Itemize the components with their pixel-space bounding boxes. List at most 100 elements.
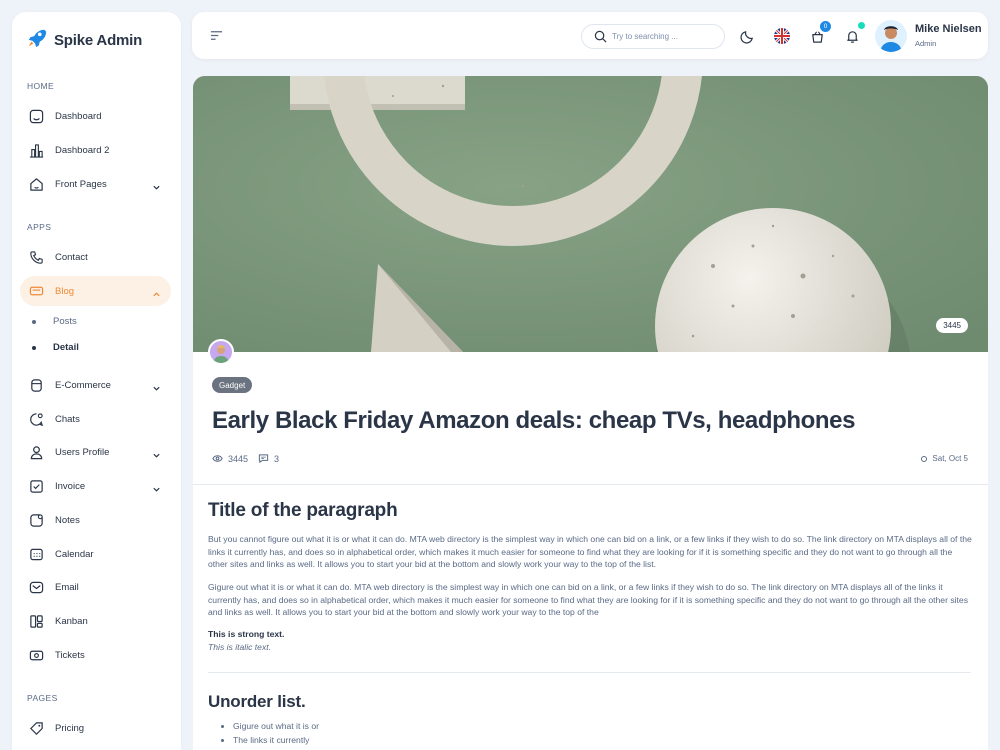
search-input[interactable] <box>612 32 712 41</box>
views-count: 3445 <box>212 453 248 464</box>
section-apps-label: APPS <box>27 222 52 232</box>
comment-icon <box>258 454 269 464</box>
home-icon <box>28 176 44 192</box>
divider <box>193 484 988 485</box>
category-tag[interactable]: Gadget <box>212 377 253 393</box>
sidebar-item-dashboard[interactable]: Dashboard <box>20 101 171 131</box>
cart-icon[interactable]: 0 <box>807 21 831 46</box>
search-box[interactable] <box>581 24 725 49</box>
mail-icon <box>28 579 44 595</box>
list-item: The links it currently <box>233 735 319 745</box>
aperture-icon <box>28 108 44 124</box>
tag-icon <box>28 720 44 736</box>
comments-value: 3 <box>274 453 280 464</box>
chevron-down-icon <box>152 179 161 197</box>
sidebar-item-label: Front Pages <box>55 178 107 190</box>
chevron-up-icon <box>152 286 161 304</box>
cart-count-badge: 0 <box>820 21 831 32</box>
sidebar-item-label: Blog <box>55 285 75 297</box>
sidebar-item-ecommerce[interactable]: E-Commerce <box>20 370 171 400</box>
section-heading: Title of the paragraph <box>208 500 398 521</box>
user-name: Mike Nielsen <box>915 23 982 35</box>
chat-box-icon <box>28 283 44 299</box>
author-avatar[interactable] <box>208 339 234 365</box>
top-header: 0 Mike Nielsen Admin <box>192 12 988 59</box>
sidebar-item-label: Calendar <box>55 548 94 560</box>
note-icon <box>28 512 44 528</box>
italic-text: This is italic text. <box>208 642 272 652</box>
user-role: Admin <box>915 39 937 48</box>
rocket-icon <box>26 27 48 54</box>
sidebar-item-label: Tickets <box>55 649 85 661</box>
phone-icon <box>28 249 44 265</box>
sidebar-item-label: Users Profile <box>55 446 110 458</box>
paragraph-1: But you cannot figure out what it is or … <box>208 534 972 569</box>
moon-icon[interactable] <box>737 26 757 46</box>
sidebar-item-pricing[interactable]: Pricing <box>20 713 171 743</box>
sidebar-item-users-profile[interactable]: Users Profile <box>20 437 171 467</box>
sidebar-item-tickets[interactable]: Tickets <box>20 640 171 670</box>
comments-count: 3 <box>258 453 279 464</box>
views-value: 3445 <box>228 453 249 464</box>
sidebar-subitem-label: Posts <box>53 316 77 327</box>
sidebar-item-label: Invoice <box>55 480 86 492</box>
sidebar-item-blog[interactable]: Blog <box>20 276 171 306</box>
kanban-icon <box>28 613 44 629</box>
bullet-dot-icon <box>32 319 36 324</box>
post-date-value: Sat, Oct 5 <box>932 454 968 463</box>
post-meta: 3445 3 <box>212 453 289 464</box>
strong-text: This is strong text. <box>208 629 285 639</box>
sidebar-subitem-detail[interactable]: Detail <box>32 342 79 353</box>
brand-logo[interactable]: Spike Admin <box>26 27 142 54</box>
sidebar-item-kanban[interactable]: Kanban <box>20 606 171 636</box>
chart-bars-icon <box>28 142 44 158</box>
user-icon <box>28 444 44 460</box>
sidebar-item-label: E-Commerce <box>55 379 111 391</box>
sidebar-item-calendar[interactable]: Calendar <box>20 539 171 569</box>
bullet-dot-icon <box>32 345 36 350</box>
blog-detail-card: 3445 Gadget Early Black Friday Amazon de… <box>193 76 988 750</box>
uk-flag-icon[interactable] <box>772 26 792 46</box>
sidebar-item-contact[interactable]: Contact <box>20 242 171 272</box>
sidebar-subitem-label: Detail <box>53 342 79 353</box>
sidebar-item-label: Dashboard 2 <box>55 144 110 156</box>
user-avatar[interactable] <box>875 20 907 52</box>
calendar-icon <box>28 546 44 562</box>
dot-icon <box>921 455 928 462</box>
post-date: Sat, Oct 5 <box>921 454 968 463</box>
sidebar-item-notes[interactable]: Notes <box>20 505 171 535</box>
sidebar-item-front-pages[interactable]: Front Pages <box>20 169 171 199</box>
checklist-icon <box>28 478 44 494</box>
sidebar-item-label: Email <box>55 581 79 593</box>
views-pill: 3445 <box>936 318 968 333</box>
sidebar-item-label: Dashboard <box>55 110 102 122</box>
sidebar-item-invoice[interactable]: Invoice <box>20 471 171 501</box>
sidebar-item-label: Contact <box>55 251 88 263</box>
sidebar: Spike Admin HOME Dashboard Dashboard 2 F… <box>12 12 181 750</box>
eye-icon <box>212 455 223 462</box>
list-item: Gigure out what it is or <box>233 721 319 731</box>
sidebar-item-label: Chats <box>55 413 80 425</box>
brand-name: Spike Admin <box>54 32 143 49</box>
list-heading: Unorder list. <box>208 692 306 711</box>
notification-dot <box>858 22 865 29</box>
post-cover-image: 3445 <box>193 76 988 352</box>
sidebar-item-chats[interactable]: Chats <box>20 404 171 434</box>
bell-icon[interactable] <box>842 22 865 46</box>
chevron-down-icon <box>152 447 161 465</box>
chevron-down-icon <box>152 380 161 398</box>
search-icon <box>594 30 607 43</box>
divider <box>208 672 971 673</box>
sidebar-item-email[interactable]: Email <box>20 572 171 602</box>
message-icon <box>28 411 44 427</box>
menu-toggle-icon[interactable] <box>210 29 223 47</box>
sidebar-item-label: Pricing <box>55 722 85 734</box>
section-home-label: HOME <box>27 81 55 91</box>
sidebar-subitem-posts[interactable]: Posts <box>32 316 77 327</box>
section-pages-label: PAGES <box>27 693 58 703</box>
unordered-list: Gigure out what it is or The links it cu… <box>233 721 319 749</box>
basket-icon <box>28 377 44 393</box>
sidebar-item-label: Notes <box>55 514 80 526</box>
ticket-icon <box>28 647 44 663</box>
sidebar-item-dashboard-2[interactable]: Dashboard 2 <box>20 135 171 165</box>
